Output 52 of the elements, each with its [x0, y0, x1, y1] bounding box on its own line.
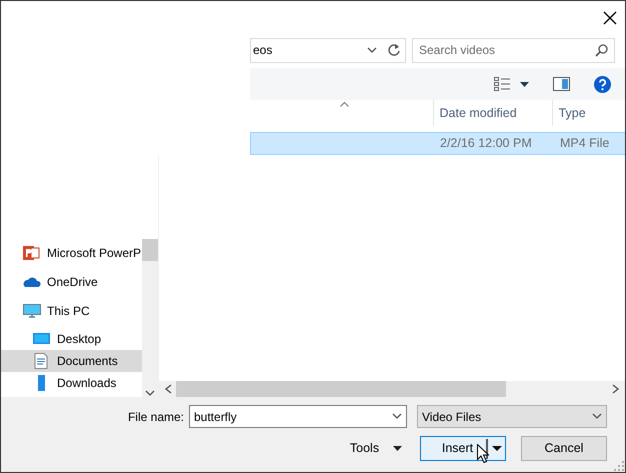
preview-pane-icon[interactable]	[553, 77, 570, 91]
file-type-value: Video Files	[422, 408, 482, 426]
chevron-right-icon[interactable]	[612, 384, 619, 394]
view-list-icon[interactable]	[494, 77, 510, 91]
nav-item[interactable]: Downloads	[1, 372, 142, 394]
nav-label: OneDrive	[47, 274, 98, 291]
nav-item[interactable]: Desktop	[1, 328, 142, 350]
computer-icon	[23, 303, 41, 319]
chevron-down-icon[interactable]	[145, 390, 155, 397]
nav-label: Microsoft PowerP	[47, 245, 142, 262]
scrollbar-thumb[interactable]	[142, 239, 158, 261]
date-text: 2/2/16 12:00 PM	[440, 135, 533, 152]
type-text: MP4 File	[560, 135, 610, 152]
chevron-down-icon[interactable]	[592, 413, 602, 420]
address-bar[interactable]: eos	[250, 38, 406, 62]
powerpoint-icon	[23, 245, 41, 261]
refresh-icon[interactable]	[387, 43, 401, 57]
caret-icon	[393, 446, 402, 451]
cancel-button[interactable]: Cancel	[521, 436, 607, 461]
help-icon[interactable]	[594, 76, 611, 92]
insert-button[interactable]: Insert	[420, 436, 506, 461]
search-icon[interactable]	[595, 44, 608, 56]
caret-icon[interactable]	[520, 82, 529, 86]
chevron-down-icon[interactable]	[367, 46, 377, 54]
nav-item[interactable]: OneDrive	[1, 270, 142, 294]
address-text: eos	[252, 42, 274, 59]
file-name-label: File name:	[128, 408, 184, 426]
caret-icon	[492, 446, 502, 451]
search-field[interactable]: Search videos	[412, 38, 615, 62]
chevron-down-icon[interactable]	[392, 413, 402, 420]
column-header[interactable]: Type	[552, 100, 625, 126]
resize-grip-icon	[614, 461, 624, 471]
nav-item[interactable]: Microsoft PowerP	[1, 241, 142, 265]
nav-label: Downloads	[57, 375, 116, 392]
tools-menu-button[interactable]: Tools	[346, 436, 406, 461]
file-row[interactable]: 2/2/16 12:00 PM MP4 File	[250, 132, 625, 155]
close-icon[interactable]	[603, 11, 617, 25]
folder-icon	[38, 375, 45, 391]
nav-item[interactable]: This PC	[1, 299, 142, 323]
file-name-value: butterfly	[194, 408, 238, 426]
nav-label: Desktop	[57, 331, 102, 348]
scrollbar-thumb[interactable]	[176, 381, 506, 397]
desktop-icon	[33, 331, 51, 347]
file-type-dropdown[interactable]: Video Files	[417, 405, 607, 428]
search-placeholder: Search videos	[419, 42, 496, 59]
file-name-field[interactable]: butterfly	[189, 405, 407, 428]
nav-label: Documents	[57, 353, 118, 370]
nav-item[interactable]: Documents	[1, 350, 142, 372]
column-header[interactable]: Date modified	[432, 100, 552, 126]
chevron-left-icon[interactable]	[165, 384, 172, 394]
nav-label: This PC	[47, 303, 90, 320]
mouse-cursor-icon	[477, 444, 489, 463]
